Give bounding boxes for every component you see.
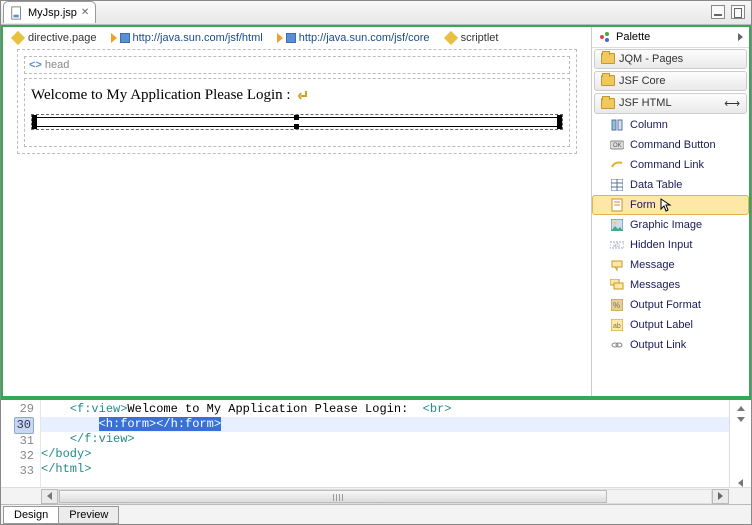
next-annotation-icon[interactable]	[737, 417, 745, 422]
selected-code: <h:form></h:form>	[99, 417, 221, 431]
namespace-icon	[286, 33, 296, 43]
head-label: head	[45, 59, 69, 71]
tab-preview[interactable]: Preview	[58, 506, 119, 524]
palette-item-output-label[interactable]: abOutput Label	[592, 315, 749, 335]
horizontal-scrollbar[interactable]	[1, 487, 751, 504]
hidden-icon: ab	[610, 238, 624, 252]
toolbar-scriptlet[interactable]: scriptlet	[444, 31, 499, 45]
palette-item-form[interactable]: Form	[592, 195, 749, 215]
palette-item-messages[interactable]: Messages	[592, 275, 749, 295]
output-link-icon	[610, 338, 624, 352]
output-label-icon: ab	[610, 318, 624, 332]
scriptlet-icon	[443, 31, 457, 45]
palette-section-jsf-core[interactable]: JSF Core	[594, 71, 747, 91]
bottom-tab-bar: Design Preview	[1, 504, 751, 524]
palette-menu-icon[interactable]	[738, 33, 743, 41]
namespace-icon	[120, 33, 130, 43]
close-tab-icon[interactable]: ✕	[81, 7, 89, 18]
message-icon	[610, 258, 624, 272]
pin-icon[interactable]: ⟷	[724, 97, 740, 110]
palette-header[interactable]: Palette	[592, 27, 749, 48]
line-gutter: 29 30 31 32 33	[1, 400, 41, 487]
tag-icon: <>	[29, 59, 42, 71]
overview-ruler[interactable]	[729, 400, 751, 487]
palette-item-column[interactable]: Column	[592, 115, 749, 135]
palette-items: Column OKCommand Button Command Link Dat…	[592, 115, 749, 396]
code-area[interactable]: <f:view>Welcome to My Application Please…	[41, 400, 729, 487]
directive-icon	[11, 31, 25, 45]
editor-tab[interactable]: MyJsp.jsp ✕	[3, 1, 96, 23]
link-icon	[610, 158, 624, 172]
welcome-text: Welcome to My Application Please Login :	[31, 87, 563, 104]
palette-item-command-button[interactable]: OKCommand Button	[592, 135, 749, 155]
palette-item-output-link[interactable]: Output Link	[592, 335, 749, 355]
line-marker: 30	[14, 417, 34, 434]
editor-toolbar: directive.page http://java.sun.com/jsf/h…	[3, 27, 591, 49]
arrow-icon	[111, 33, 117, 43]
palette-item-graphic-image[interactable]: Graphic Image	[592, 215, 749, 235]
form-component[interactable]	[31, 114, 563, 130]
svg-text:ab: ab	[613, 323, 621, 330]
palette-icon	[598, 30, 612, 44]
image-icon	[610, 218, 624, 232]
scroll-thumb[interactable]	[59, 490, 607, 503]
design-surface[interactable]: <> head Welcome to My Application Please…	[17, 49, 577, 154]
messages-icon	[610, 278, 624, 292]
palette-title: Palette	[616, 31, 650, 43]
design-editor: directive.page http://java.sun.com/jsf/h…	[3, 27, 591, 396]
tab-design[interactable]: Design	[3, 506, 59, 524]
svg-text:OK: OK	[613, 143, 622, 149]
jsp-file-icon	[10, 6, 24, 20]
palette-item-command-link[interactable]: Command Link	[592, 155, 749, 175]
svg-text:%: %	[613, 301, 620, 310]
palette-section-jsf-html[interactable]: JSF HTML⟷	[594, 93, 747, 114]
column-icon	[610, 118, 624, 132]
minimize-button[interactable]	[711, 5, 725, 19]
folder-icon	[601, 75, 615, 86]
table-icon	[610, 178, 624, 192]
prev-annotation-icon[interactable]	[737, 406, 745, 411]
palette-item-hidden-input[interactable]: abHidden Input	[592, 235, 749, 255]
br-icon	[297, 89, 309, 101]
palette-item-message[interactable]: Message	[592, 255, 749, 275]
button-icon: OK	[610, 138, 624, 152]
toolbar-ns-core[interactable]: http://java.sun.com/jsf/core	[277, 32, 430, 44]
folder-icon	[601, 98, 615, 109]
toolbar-ns-html[interactable]: http://java.sun.com/jsf/html	[111, 32, 263, 44]
editor-tab-bar: MyJsp.jsp ✕	[1, 1, 751, 25]
source-editor[interactable]: 29 30 31 32 33 <f:view>Welcome to My App…	[1, 398, 751, 487]
palette-panel: Palette JQM - Pages JSF Core JSF HTML⟷ C…	[591, 27, 749, 396]
head-section[interactable]: <> head	[24, 56, 570, 74]
palette-item-output-format[interactable]: %Output Format	[592, 295, 749, 315]
caret-left-icon[interactable]	[738, 479, 743, 487]
scroll-left-button[interactable]	[41, 489, 58, 504]
cursor-icon	[660, 198, 672, 212]
editor-tab-title: MyJsp.jsp	[28, 7, 77, 19]
output-format-icon: %	[610, 298, 624, 312]
scroll-right-button[interactable]	[712, 489, 729, 504]
maximize-button[interactable]	[731, 5, 745, 19]
scroll-track[interactable]	[58, 489, 712, 504]
form-icon	[610, 198, 624, 212]
svg-text:ab: ab	[613, 243, 620, 249]
palette-item-data-table[interactable]: Data Table	[592, 175, 749, 195]
body-section[interactable]: Welcome to My Application Please Login :	[24, 78, 570, 147]
main-split: directive.page http://java.sun.com/jsf/h…	[1, 25, 751, 398]
palette-section-jqm[interactable]: JQM - Pages	[594, 49, 747, 69]
toolbar-directive[interactable]: directive.page	[11, 31, 97, 45]
arrow-icon	[277, 33, 283, 43]
folder-icon	[601, 53, 615, 64]
